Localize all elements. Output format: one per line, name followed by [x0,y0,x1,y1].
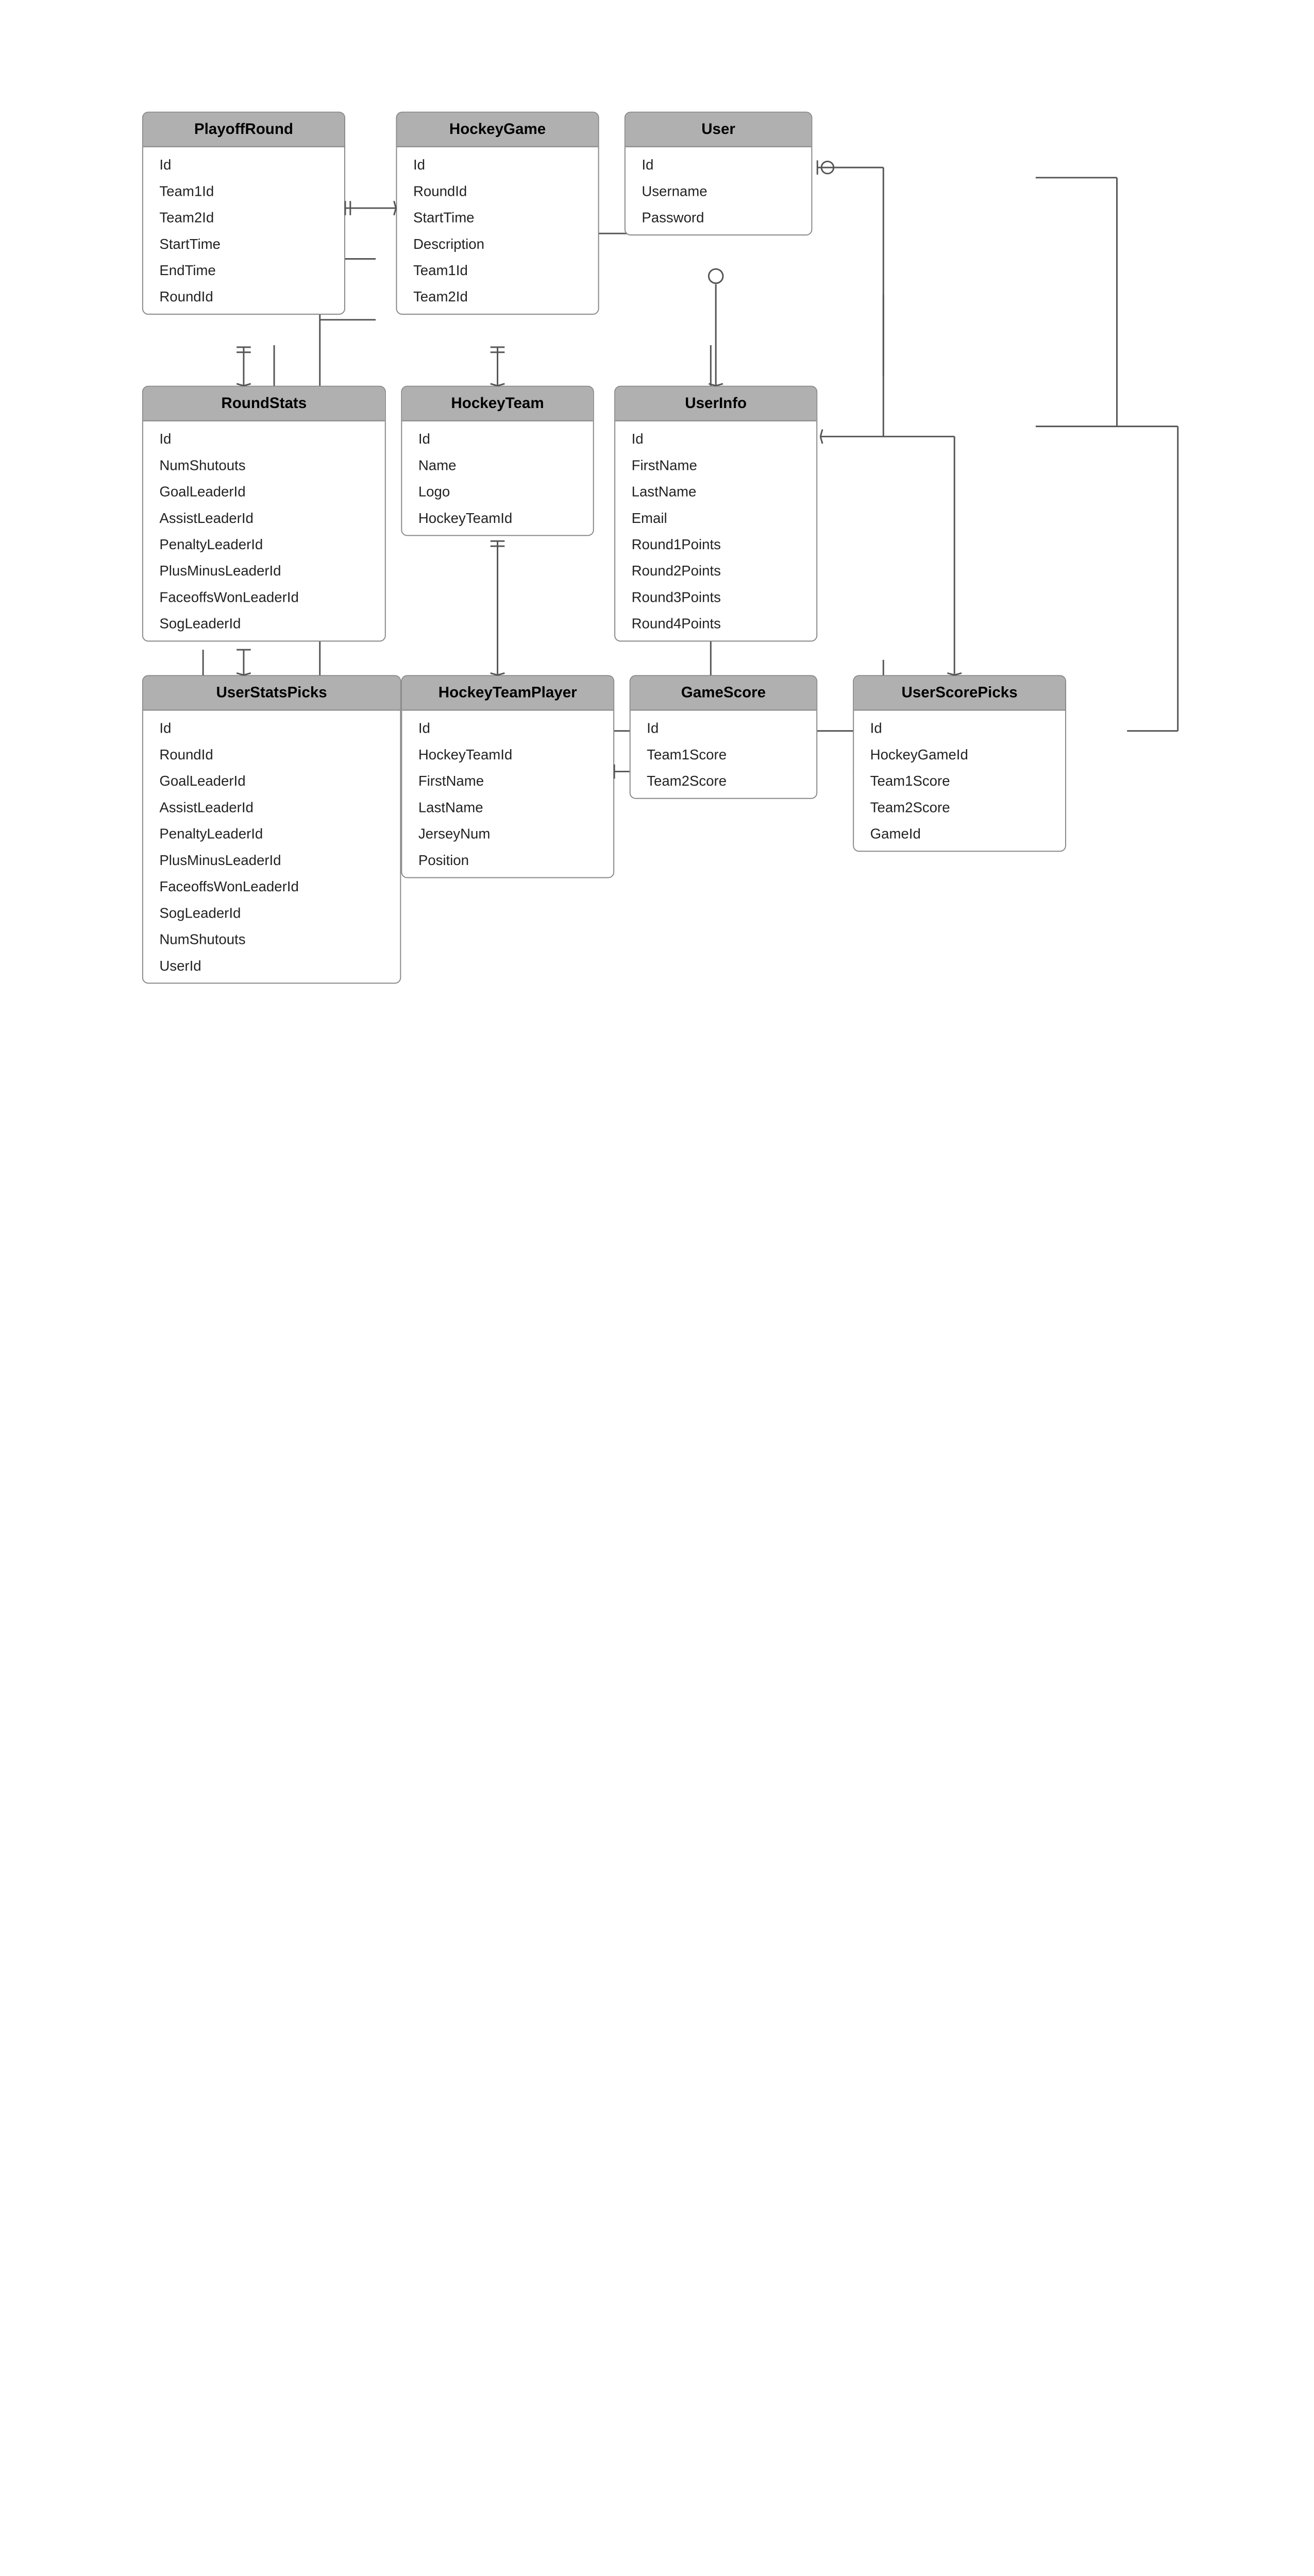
field-HockeyTeam-Id: Id [402,426,593,452]
table-HockeyGame: HockeyGame Id RoundId StartTime Descript… [396,112,599,315]
field-UserStatsPicks-PlusMinusLeaderId: PlusMinusLeaderId [143,846,400,873]
body-RoundStats: Id NumShutouts GoalLeaderId AssistLeader… [143,421,385,641]
header-HockeyGame: HockeyGame [397,113,598,147]
field-HockeyGame-RoundId: RoundId [397,178,598,204]
field-HockeyGame-Description: Description [397,230,598,257]
body-GameScore: Id Team1Score Team2Score [631,710,817,798]
header-User: User [626,113,812,147]
field-HockeyTeamPlayer-Position: Position [402,846,613,873]
field-GameScore-Id: Id [631,715,817,741]
field-RoundStats-PenaltyLeaderId: PenaltyLeaderId [143,531,385,557]
header-UserScorePicks: UserScorePicks [854,676,1065,710]
table-User: User Id Username Password [625,112,813,235]
field-User-Username: Username [626,178,812,204]
field-RoundStats-Id: Id [143,426,385,452]
body-UserInfo: Id FirstName LastName Email Round1Points… [615,421,816,641]
field-HockeyGame-Team1Id: Team1Id [397,257,598,283]
field-UserStatsPicks-SogLeaderId: SogLeaderId [143,900,400,926]
field-GameScore-Team1Score: Team1Score [631,741,817,767]
field-UserScorePicks-Team1Score: Team1Score [854,768,1065,794]
header-PlayoffRound: PlayoffRound [143,113,344,147]
field-GameScore-Team2Score: Team2Score [631,768,817,794]
field-PlayoffRound-Team1Id: Team1Id [143,178,344,204]
field-PlayoffRound-RoundId: RoundId [143,283,344,310]
field-UserStatsPicks-Id: Id [143,715,400,741]
body-UserStatsPicks: Id RoundId GoalLeaderId AssistLeaderId P… [143,710,400,982]
field-PlayoffRound-Id: Id [143,151,344,178]
field-UserStatsPicks-AssistLeaderId: AssistLeaderId [143,794,400,820]
field-UserStatsPicks-NumShutouts: NumShutouts [143,926,400,952]
field-PlayoffRound-Team2Id: Team2Id [143,204,344,230]
field-UserScorePicks-Team2Score: Team2Score [854,794,1065,820]
table-HockeyTeam: HockeyTeam Id Name Logo HockeyTeamId [401,386,594,536]
field-RoundStats-SogLeaderId: SogLeaderId [143,610,385,636]
header-HockeyTeam: HockeyTeam [402,387,593,421]
body-User: Id Username Password [626,147,812,234]
field-RoundStats-NumShutouts: NumShutouts [143,452,385,478]
table-RoundStats: RoundStats Id NumShutouts GoalLeaderId A… [142,386,386,642]
field-HockeyGame-Team2Id: Team2Id [397,283,598,310]
field-RoundStats-FaceoffsWonLeaderId: FaceoffsWonLeaderId [143,584,385,610]
field-HockeyTeamPlayer-JerseyNum: JerseyNum [402,820,613,846]
body-HockeyTeam: Id Name Logo HockeyTeamId [402,421,593,535]
field-UserStatsPicks-UserId: UserId [143,952,400,978]
field-UserStatsPicks-FaceoffsWonLeaderId: FaceoffsWonLeaderId [143,873,400,900]
field-HockeyGame-StartTime: StartTime [397,204,598,230]
table-UserScorePicks: UserScorePicks Id HockeyGameId Team1Scor… [853,675,1066,852]
field-HockeyGame-Id: Id [397,151,598,178]
table-HockeyTeamPlayer: HockeyTeamPlayer Id HockeyTeamId FirstNa… [401,675,614,878]
table-UserStatsPicks: UserStatsPicks Id RoundId GoalLeaderId A… [142,675,401,984]
table-PlayoffRound: PlayoffRound Id Team1Id Team2Id StartTim… [142,112,345,315]
field-HockeyTeamPlayer-FirstName: FirstName [402,768,613,794]
header-UserInfo: UserInfo [615,387,816,421]
field-User-Id: Id [626,151,812,178]
table-GameScore: GameScore Id Team1Score Team2Score [630,675,818,799]
field-RoundStats-GoalLeaderId: GoalLeaderId [143,478,385,504]
body-UserScorePicks: Id HockeyGameId Team1Score Team2Score Ga… [854,710,1065,851]
field-UserInfo-Round3Points: Round3Points [615,584,816,610]
field-HockeyTeam-HockeyTeamId: HockeyTeamId [402,504,593,531]
field-UserScorePicks-Id: Id [854,715,1065,741]
field-UserInfo-Email: Email [615,504,816,531]
body-HockeyTeamPlayer: Id HockeyTeamId FirstName LastName Jerse… [402,710,613,877]
field-UserInfo-Round2Points: Round2Points [615,557,816,584]
body-PlayoffRound: Id Team1Id Team2Id StartTime EndTime Rou… [143,147,344,314]
field-UserStatsPicks-PenaltyLeaderId: PenaltyLeaderId [143,820,400,846]
field-UserInfo-LastName: LastName [615,478,816,504]
header-GameScore: GameScore [631,676,817,710]
field-UserInfo-FirstName: FirstName [615,452,816,478]
field-RoundStats-PlusMinusLeaderId: PlusMinusLeaderId [143,557,385,584]
field-UserScorePicks-GameId: GameId [854,820,1065,846]
field-HockeyTeamPlayer-HockeyTeamId: HockeyTeamId [402,741,613,767]
field-PlayoffRound-StartTime: StartTime [143,230,344,257]
header-HockeyTeamPlayer: HockeyTeamPlayer [402,676,613,710]
field-HockeyTeamPlayer-Id: Id [402,715,613,741]
field-UserStatsPicks-GoalLeaderId: GoalLeaderId [143,768,400,794]
field-HockeyTeamPlayer-LastName: LastName [402,794,613,820]
field-UserScorePicks-HockeyGameId: HockeyGameId [854,741,1065,767]
field-PlayoffRound-EndTime: EndTime [143,257,344,283]
field-UserInfo-Id: Id [615,426,816,452]
field-UserInfo-Round1Points: Round1Points [615,531,816,557]
body-HockeyGame: Id RoundId StartTime Description Team1Id… [397,147,598,314]
table-UserInfo: UserInfo Id FirstName LastName Email Rou… [614,386,817,642]
field-HockeyTeam-Name: Name [402,452,593,478]
field-RoundStats-AssistLeaderId: AssistLeaderId [143,504,385,531]
field-UserInfo-Round4Points: Round4Points [615,610,816,636]
field-HockeyTeam-Logo: Logo [402,478,593,504]
field-UserStatsPicks-RoundId: RoundId [143,741,400,767]
field-User-Password: Password [626,204,812,230]
header-RoundStats: RoundStats [143,387,385,421]
diagram-container: PlayoffRound Id Team1Id Team2Id StartTim… [0,0,1314,2576]
header-UserStatsPicks: UserStatsPicks [143,676,400,710]
